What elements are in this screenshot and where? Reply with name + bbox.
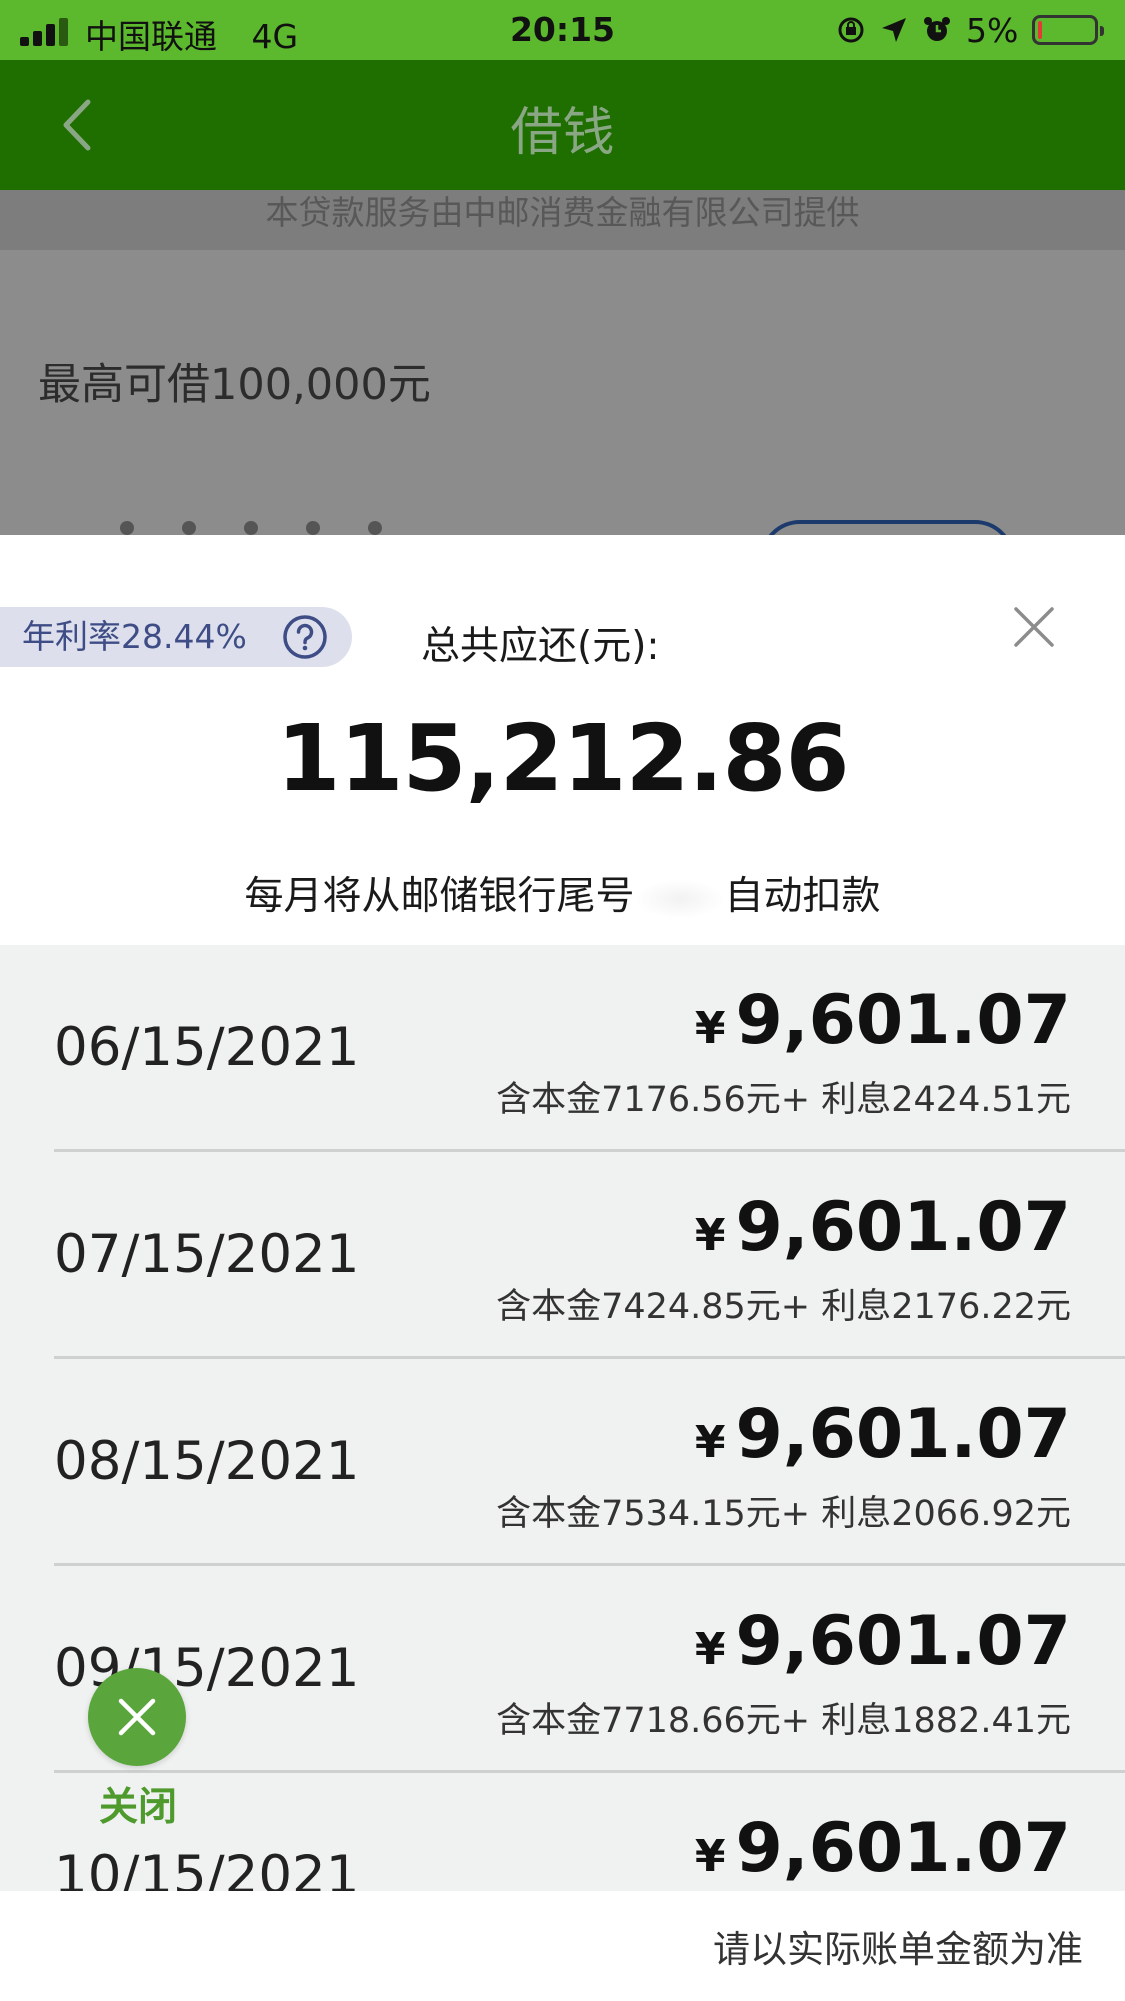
row-breakdown: 含本金7424.85元+ 利息2176.22元	[496, 1287, 1071, 1327]
currency-symbol: ¥	[694, 1003, 726, 1054]
page-title: 借钱	[510, 103, 615, 163]
question-circle-icon[interactable]	[281, 613, 329, 661]
battery-level	[1038, 21, 1043, 39]
row-amount-value: 9,601.07	[735, 981, 1071, 1060]
alarm-icon	[924, 17, 950, 41]
nav-bar: 借钱	[0, 60, 1125, 190]
debit-prefix: 每月将从邮储银行尾号	[244, 874, 635, 919]
schedule-row: 07/15/2021 ¥9,601.07 含本金7424.85元+ 利息2176…	[0, 1152, 1125, 1359]
row-date: 06/15/2021	[54, 1017, 360, 1078]
row-breakdown: 含本金7718.66元+ 利息1882.41元	[496, 1701, 1071, 1741]
schedule-row: 06/15/2021 ¥9,601.07 含本金7176.56元+ 利息2424…	[0, 945, 1125, 1152]
location-icon	[882, 18, 906, 42]
masked-account-number	[634, 878, 725, 919]
provider-note: 本贷款服务由中邮消费金融有限公司提供	[0, 190, 1125, 250]
background-dots	[120, 520, 440, 535]
row-amount-value: 9,601.07	[735, 1395, 1071, 1474]
close-icon[interactable]	[1010, 603, 1058, 651]
footer-note: 请以实际账单金额为准	[713, 1928, 1083, 1971]
row-amount: ¥9,601.07	[695, 1188, 1071, 1267]
total-repay-amount: 115,212.86	[276, 705, 849, 812]
currency-symbol: ¥	[694, 1831, 726, 1882]
max-borrow-label: 最高可借100,000元	[38, 360, 431, 410]
row-date: 08/15/2021	[54, 1431, 360, 1492]
battery-icon	[1032, 15, 1105, 45]
floating-close-button[interactable]	[88, 1668, 186, 1766]
floating-close-label[interactable]: 关闭	[99, 1776, 177, 1832]
row-amount: ¥9,601.07	[695, 1602, 1071, 1681]
background-button	[760, 520, 1015, 535]
row-amount-value: 9,601.07	[735, 1602, 1071, 1681]
close-icon	[118, 1698, 156, 1736]
row-breakdown: 含本金7534.15元+ 利息2066.92元	[496, 1494, 1071, 1534]
rotation-lock-icon	[838, 17, 864, 43]
footer: 请以实际账单金额为准	[0, 1891, 1125, 2001]
row-amount-value: 9,601.07	[735, 1188, 1071, 1267]
row-amount: ¥9,601.07	[695, 1395, 1071, 1474]
battery-percent: 5%	[966, 10, 1019, 50]
repayment-schedule[interactable]: 06/15/2021 ¥9,601.07 含本金7176.56元+ 利息2424…	[0, 945, 1125, 2001]
status-icons: 5%	[836, 10, 1105, 50]
currency-symbol: ¥	[694, 1210, 726, 1261]
row-amount-value: 9,601.07	[735, 1809, 1071, 1888]
total-repay-label: 总共应还(元):	[421, 624, 660, 669]
loan-repayment-screen: 中国联通 4G 20:15 5% 借钱 本贷款服务由中邮消费金融有限公司提供 最…	[0, 0, 1125, 2001]
auto-debit-note: 每月将从邮储银行尾号 自动扣款	[0, 865, 1125, 921]
row-date: 07/15/2021	[54, 1224, 360, 1285]
row-amount: ¥9,601.07	[695, 981, 1071, 1060]
row-breakdown: 含本金7176.56元+ 利息2424.51元	[496, 1080, 1071, 1120]
schedule-row: 08/15/2021 ¥9,601.07 含本金7534.15元+ 利息2066…	[0, 1359, 1125, 1566]
status-bar: 中国联通 4G 20:15 5%	[0, 0, 1125, 60]
background-page: 本贷款服务由中邮消费金融有限公司提供 最高可借100,000元	[0, 190, 1125, 535]
currency-symbol: ¥	[694, 1417, 726, 1468]
row-amount: ¥9,601.07	[695, 1809, 1071, 1888]
debit-suffix: 自动扣款	[724, 874, 881, 919]
currency-symbol: ¥	[694, 1624, 726, 1675]
